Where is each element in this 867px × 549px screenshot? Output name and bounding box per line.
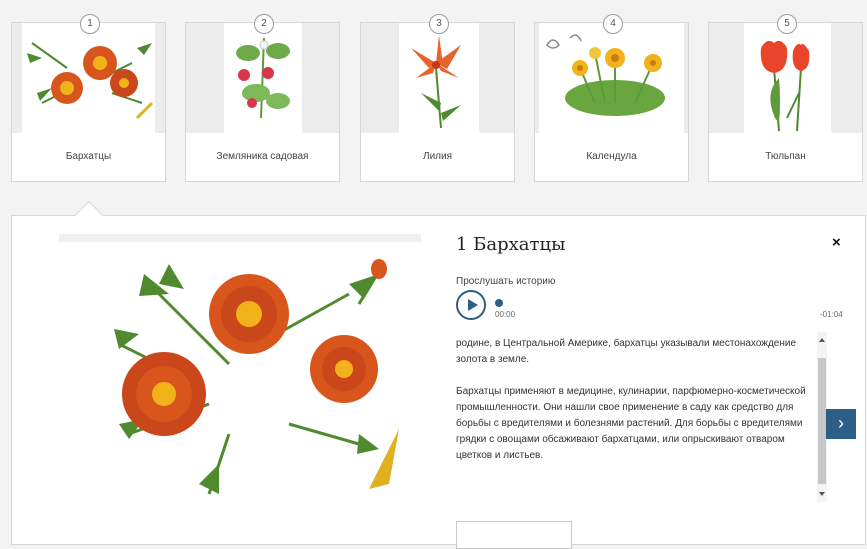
flower-carousel: 1 Бархатцы 2 Земляника садовая 3 Лилия 4… (0, 0, 867, 190)
card-thumbnail (361, 23, 514, 133)
scroll-down-icon[interactable] (819, 492, 825, 496)
card-thumbnail (709, 23, 862, 133)
card-strawberry[interactable]: 2 Земляника садовая (185, 14, 340, 182)
chevron-right-icon[interactable]: › (826, 409, 856, 439)
action-button[interactable] (456, 521, 572, 549)
card-number: 1 (80, 14, 100, 34)
card-number: 2 (254, 14, 274, 34)
scroll-up-icon[interactable] (819, 338, 825, 342)
card-thumbnail (12, 23, 165, 133)
close-icon[interactable]: × (832, 234, 841, 251)
card-label: Лилия (423, 151, 452, 162)
card-marigold[interactable]: 1 Бархатцы (11, 14, 166, 182)
detail-title: 1 Бархатцы (456, 234, 566, 255)
card-number: 3 (429, 14, 449, 34)
scroll-thumb[interactable] (818, 358, 826, 484)
card-thumbnail (186, 23, 339, 133)
story-text: родине, в Центральной Америке, бархатцы … (456, 336, 814, 496)
card-label: Тюльпан (765, 151, 806, 162)
play-icon[interactable] (456, 290, 486, 320)
audio-remaining-time: -01:04 (820, 310, 843, 319)
listen-label: Прослушать историю (456, 276, 556, 287)
audio-current-time: 00:00 (495, 310, 516, 319)
detail-panel: 1 Бархатцы × Прослушать историю 00:00 -0… (11, 215, 866, 549)
card-calendula[interactable]: 4 Календула (534, 14, 689, 182)
card-label: Календула (586, 151, 637, 162)
card-label: Земляника садовая (216, 151, 309, 162)
card-number: 4 (603, 14, 623, 34)
card-thumbnail (535, 23, 688, 133)
card-lily[interactable]: 3 Лилия (360, 14, 515, 182)
story-paragraph: Бархатцы применяют в медицине, кулинарии… (456, 386, 806, 461)
card-tulip[interactable]: 5 Тюльпан (708, 14, 863, 182)
card-number: 5 (777, 14, 797, 34)
audio-progress-handle[interactable] (495, 299, 503, 307)
card-label: Бархатцы (65, 151, 112, 162)
detail-image (59, 234, 421, 506)
story-paragraph: родине, в Центральной Америке, бархатцы … (456, 338, 797, 365)
